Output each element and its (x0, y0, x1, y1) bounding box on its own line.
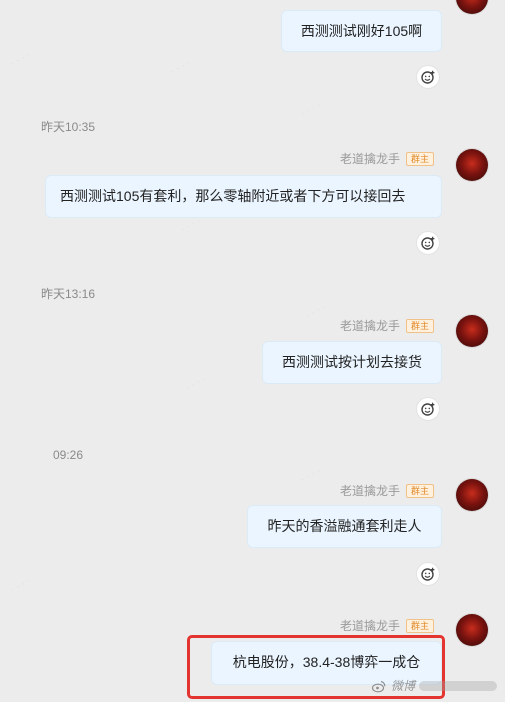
background-watermark: · · · · (168, 57, 193, 78)
message-text: 西测测试按计划去接货 (282, 354, 422, 370)
avatar[interactable] (456, 149, 488, 181)
avatar[interactable] (456, 315, 488, 347)
source-watermark: 微博 (371, 677, 497, 694)
background-watermark: · · · · (298, 465, 323, 486)
sender-line: 老道擒龙手 群主 (340, 482, 434, 499)
chat-history: · · · · · · · · · · · · · · · · · · · · … (0, 0, 505, 702)
message-text: 杭电股份，38.4-38博弈一成仓 (232, 654, 421, 670)
owner-badge: 群主 (405, 318, 434, 333)
background-watermark: · · · · (298, 99, 323, 120)
add-reaction-button[interactable] (416, 231, 440, 255)
watermark-platform: 微博 (390, 679, 415, 693)
message-bubble[interactable]: 昨天的香溢融通套利走人 (247, 505, 442, 548)
watermark-account-blur (419, 680, 497, 691)
sender-name[interactable]: 老道擒龙手 (340, 482, 400, 499)
message-text: 昨天的香溢融通套利走人 (267, 518, 422, 534)
avatar[interactable] (456, 479, 488, 511)
sender-name[interactable]: 老道擒龙手 (340, 150, 400, 167)
message-bubble[interactable]: 西测测试按计划去接货 (262, 341, 442, 384)
owner-badge: 群主 (405, 618, 434, 633)
message-text: 西测测试105有套利，那么零轴附近或者下方可以接回去 (60, 188, 406, 204)
smile-plus-icon (421, 567, 435, 581)
message-timestamp: 昨天10:35 (41, 120, 96, 134)
owner-badge: 群主 (405, 151, 434, 166)
background-watermark: · · · · (178, 215, 203, 236)
sender-line: 老道擒龙手 群主 (340, 617, 434, 634)
add-reaction-button[interactable] (416, 562, 440, 586)
sender-line: 老道擒龙手 群主 (340, 150, 434, 167)
sender-name[interactable]: 老道擒龙手 (340, 317, 400, 334)
message-bubble[interactable]: 西测测试105有套利，那么零轴附近或者下方可以接回去 (45, 175, 442, 218)
message-timestamp: 09:26 (53, 448, 84, 462)
smile-plus-icon (421, 402, 435, 416)
message-bubble[interactable]: 西测测试刚好105啊 (281, 10, 442, 52)
avatar[interactable] (456, 614, 488, 646)
background-watermark: · · · · (8, 49, 33, 70)
owner-badge: 群主 (405, 483, 434, 498)
sender-line: 老道擒龙手 群主 (340, 317, 434, 334)
smile-plus-icon (421, 70, 435, 84)
background-watermark: · · · · (8, 575, 33, 596)
weibo-icon (371, 680, 386, 692)
add-reaction-button[interactable] (416, 65, 440, 89)
avatar[interactable] (456, 0, 488, 14)
smile-plus-icon (421, 236, 435, 250)
message-text: 西测测试刚好105啊 (300, 23, 423, 39)
sender-name[interactable]: 老道擒龙手 (340, 617, 400, 634)
message-timestamp: 昨天13:16 (41, 287, 96, 301)
background-watermark: · · · · (183, 373, 208, 394)
add-reaction-button[interactable] (416, 397, 440, 421)
background-watermark: · · · · (303, 301, 328, 322)
